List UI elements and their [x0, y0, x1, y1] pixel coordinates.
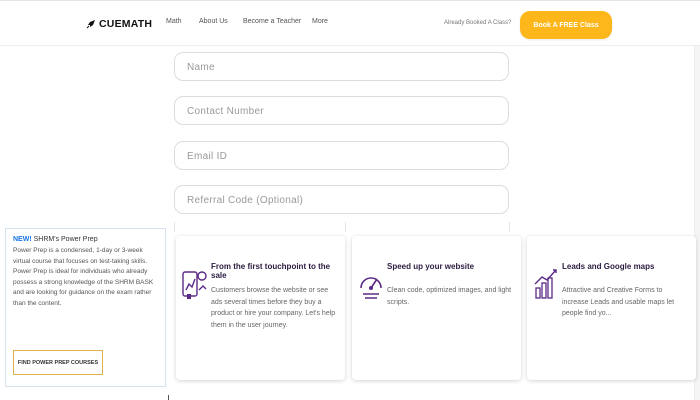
nav-math[interactable]: Math — [166, 18, 182, 25]
contact-number-input[interactable]: Contact Number — [174, 96, 509, 125]
feature-card-leads[interactable]: Leads and Google maps Attractive and Cre… — [527, 236, 696, 380]
card-title: Leads and Google maps — [562, 262, 655, 271]
feature-card-touchpoint[interactable]: From the first touchpoint to the sale Cu… — [176, 236, 345, 380]
referral-code-input[interactable]: Referral Code (Optional) — [174, 185, 509, 214]
card-text: Clean code, optimized images, and light … — [387, 287, 512, 306]
logo-text: CUEMATH — [99, 18, 153, 30]
promo-heading: SHRM's Power Prep — [31, 236, 98, 243]
nav-become-teacher[interactable]: Become a Teacher — [243, 18, 301, 25]
power-prep-promo: NEW! SHRM's Power Prep Power Prep is a c… — [5, 228, 166, 387]
find-power-prep-button[interactable]: FIND POWER PREP COURSES — [13, 350, 103, 375]
leads-growth-icon — [534, 269, 557, 299]
name-placeholder: Name — [187, 62, 215, 73]
touchpoint-analytics-icon — [182, 271, 207, 299]
contact-placeholder: Contact Number — [187, 106, 265, 117]
email-placeholder: Email ID — [187, 151, 228, 162]
name-input[interactable]: Name — [174, 52, 509, 81]
card-text: Customers browse the website or see ads … — [211, 287, 336, 329]
promo-title: NEW! SHRM's Power Prep — [13, 236, 158, 243]
nav-more[interactable]: More — [312, 18, 328, 25]
speed-gauge-icon — [360, 277, 382, 299]
nav-about-us[interactable]: About Us — [199, 18, 228, 25]
card-text: Attractive and Creative Forms to increas… — [562, 287, 675, 317]
cuemath-logo[interactable]: CUEMATH — [86, 17, 152, 31]
feature-card-speed[interactable]: Speed up your website Clean code, optimi… — [352, 236, 521, 380]
book-free-class-button[interactable]: Book A FREE Class — [520, 11, 612, 39]
divider — [509, 222, 510, 232]
divider — [174, 222, 175, 232]
email-input[interactable]: Email ID — [174, 141, 509, 170]
card-title: Speed up your website — [387, 262, 475, 271]
promo-description: Power Prep is a condensed, 1-day or 3-we… — [13, 247, 154, 307]
already-booked-link[interactable]: Already Booked A Class? — [444, 20, 511, 26]
card-title: From the first touchpoint to the sale — [211, 262, 331, 280]
top-navbar: CUEMATH Math About Us Become a Teacher M… — [0, 0, 700, 46]
divider — [345, 222, 346, 232]
referral-placeholder: Referral Code (Optional) — [187, 195, 304, 206]
new-badge: NEW! — [13, 236, 32, 243]
divider — [168, 395, 169, 400]
rocket-icon — [86, 20, 95, 29]
